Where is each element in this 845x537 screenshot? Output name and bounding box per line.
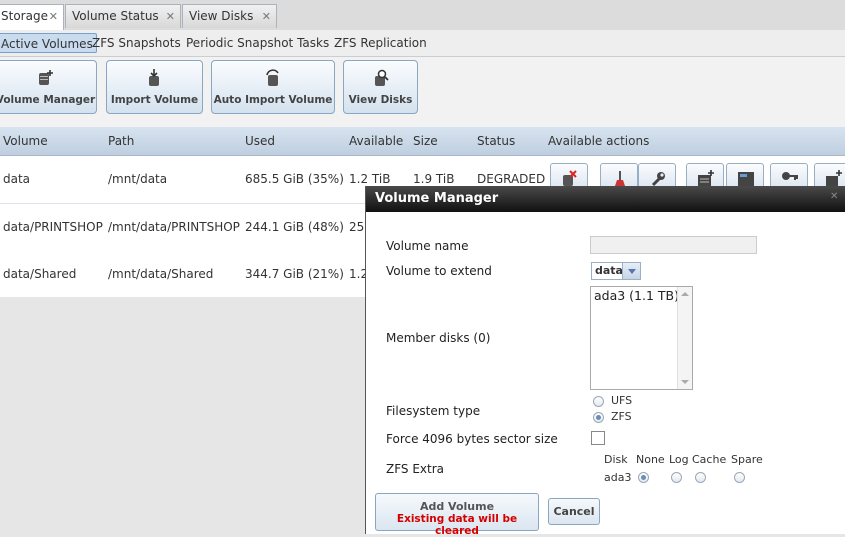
disk-search-icon bbox=[374, 69, 389, 86]
subtab-zfs-snapshots[interactable]: ZFS Snapshots bbox=[92, 33, 181, 53]
chevron-down-icon[interactable] bbox=[622, 263, 640, 279]
ufs-radio[interactable] bbox=[593, 396, 604, 407]
tab-storage[interactable]: Storage ✕ bbox=[0, 4, 64, 30]
member-disks-label: Member disks (0) bbox=[386, 331, 491, 345]
view-disks-label: View Disks bbox=[348, 94, 413, 106]
volume-to-extend-select[interactable]: data bbox=[591, 262, 641, 280]
subtab-periodic-snapshot-tasks[interactable]: Periodic Snapshot Tasks bbox=[186, 33, 329, 53]
cell-path: /mnt/data/PRINTSHOP bbox=[108, 220, 240, 234]
subtab-zfs-replication[interactable]: ZFS Replication bbox=[334, 33, 427, 53]
cell-volume: data/PRINTSHOP bbox=[3, 220, 103, 234]
view-disks-button[interactable]: View Disks bbox=[343, 60, 418, 114]
member-disk-option[interactable]: ada3 (1.1 TB) bbox=[594, 288, 679, 303]
zfs-extra-none-radio[interactable] bbox=[638, 472, 649, 483]
tab-volume-status-label: Volume Status bbox=[72, 9, 159, 23]
cell-used: 244.1 GiB (48%) bbox=[245, 220, 344, 234]
zfs-extra-header-log: Log bbox=[669, 453, 689, 466]
cell-used: 344.7 GiB (21%) bbox=[245, 267, 344, 281]
cell-size: 1.9 TiB bbox=[413, 172, 455, 186]
close-icon[interactable]: ✕ bbox=[830, 192, 840, 202]
tab-volume-status[interactable]: Volume Status ✕ bbox=[65, 4, 181, 28]
listbox-scrollbar[interactable] bbox=[677, 287, 692, 389]
close-icon[interactable]: ✕ bbox=[49, 5, 58, 28]
database-add-icon bbox=[38, 70, 53, 85]
volume-manager-dialog: Volume Manager ✕ Volume name Volume to e… bbox=[365, 186, 845, 537]
table-header: Volume Path Used Available Size Status A… bbox=[0, 127, 845, 156]
force-4096-checkbox[interactable] bbox=[591, 431, 605, 445]
zfs-extra-cache-radio[interactable] bbox=[695, 472, 706, 483]
tab-view-disks[interactable]: View Disks ✕ bbox=[182, 4, 277, 28]
zfs-extra-label: ZFS Extra bbox=[386, 462, 445, 476]
cell-path: /mnt/data bbox=[108, 172, 168, 186]
ufs-label: UFS bbox=[611, 394, 633, 407]
close-icon[interactable]: ✕ bbox=[166, 5, 175, 28]
dialog-title: Volume Manager bbox=[375, 191, 499, 206]
header-status[interactable]: Status bbox=[477, 134, 515, 148]
cell-available: 1.2 TiB bbox=[349, 172, 391, 186]
filesystem-type-label: Filesystem type bbox=[386, 404, 481, 418]
volume-name-label: Volume name bbox=[386, 239, 469, 253]
zfs-radio[interactable] bbox=[593, 412, 604, 423]
cancel-button[interactable]: Cancel bbox=[548, 498, 600, 525]
volume-manager-button[interactable]: Volume Manager bbox=[0, 60, 97, 114]
zfs-extra-header-disk: Disk bbox=[604, 453, 628, 466]
toolbar: Volume Manager Import Volume Auto Import… bbox=[0, 57, 845, 127]
import-volume-button[interactable]: Import Volume bbox=[106, 60, 203, 114]
cell-volume: data bbox=[3, 172, 31, 186]
add-volume-warning: Existing data will be cleared bbox=[396, 513, 518, 537]
dialog-titlebar[interactable]: Volume Manager ✕ bbox=[366, 186, 845, 212]
auto-import-volume-button[interactable]: Auto Import Volume bbox=[211, 60, 335, 114]
sub-tab-bar: Active Volumes ZFS Snapshots Periodic Sn… bbox=[0, 30, 845, 57]
zfs-extra-header-spare: Spare bbox=[731, 453, 763, 466]
database-import-icon bbox=[148, 69, 159, 86]
tab-view-disks-label: View Disks bbox=[189, 9, 254, 23]
zfs-label: ZFS bbox=[611, 410, 632, 423]
zfs-extra-header-none: None bbox=[636, 453, 665, 466]
tab-storage-label: Storage bbox=[1, 9, 48, 23]
zfs-extra-log-radio[interactable] bbox=[671, 472, 682, 483]
empty-area bbox=[0, 297, 366, 534]
header-available[interactable]: Available bbox=[349, 134, 403, 148]
add-volume-button[interactable]: Add Volume Existing data will be cleared bbox=[375, 493, 539, 537]
cell-status: DEGRADED bbox=[477, 172, 546, 186]
top-tab-bar: Storage ✕ Volume Status ✕ View Disks ✕ bbox=[0, 0, 845, 31]
zfs-extra-disk-name: ada3 bbox=[604, 471, 632, 484]
subtab-active-volumes[interactable]: Active Volumes bbox=[0, 33, 97, 53]
cell-path: /mnt/data/Shared bbox=[108, 267, 214, 281]
database-refresh-icon bbox=[266, 69, 279, 86]
cell-used: 685.5 GiB (35%) bbox=[245, 172, 344, 186]
import-volume-label: Import Volume bbox=[110, 94, 199, 106]
zfs-extra-header-cache: Cache bbox=[692, 453, 727, 466]
header-size[interactable]: Size bbox=[413, 134, 438, 148]
header-volume[interactable]: Volume bbox=[3, 134, 48, 148]
close-icon[interactable]: ✕ bbox=[262, 5, 271, 28]
cell-volume: data/Shared bbox=[3, 267, 77, 281]
header-available-actions: Available actions bbox=[548, 134, 650, 148]
auto-import-volume-label: Auto Import Volume bbox=[213, 94, 333, 106]
force-4096-label: Force 4096 bytes sector size bbox=[386, 432, 558, 446]
zfs-extra-spare-radio[interactable] bbox=[734, 472, 745, 483]
header-used[interactable]: Used bbox=[245, 134, 275, 148]
add-volume-label: Add Volume bbox=[419, 500, 495, 513]
scroll-down-icon[interactable] bbox=[681, 380, 689, 384]
volume-to-extend-label: Volume to extend bbox=[386, 264, 492, 278]
member-disks-listbox[interactable]: ada3 (1.1 TB) bbox=[590, 286, 693, 390]
volume-manager-label: Volume Manager bbox=[0, 94, 96, 106]
cell-available: 25 bbox=[349, 220, 365, 234]
scroll-up-icon[interactable] bbox=[681, 292, 689, 296]
volume-name-input[interactable] bbox=[590, 236, 757, 254]
volume-to-extend-value: data bbox=[595, 264, 623, 277]
header-path[interactable]: Path bbox=[108, 134, 134, 148]
